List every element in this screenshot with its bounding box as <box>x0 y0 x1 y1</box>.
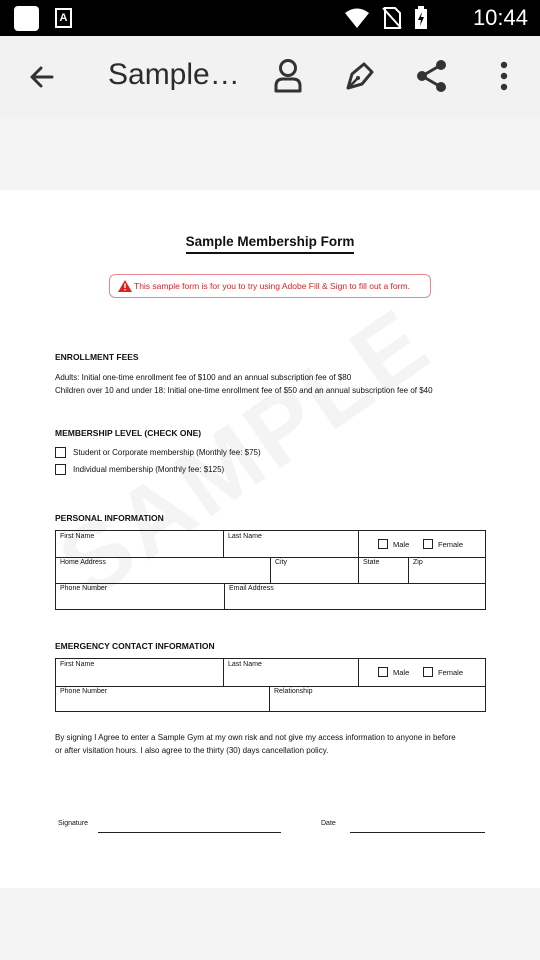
city-field[interactable]: City <box>271 557 287 566</box>
state-field[interactable]: State <box>359 557 379 566</box>
signature-line[interactable] <box>98 832 281 833</box>
emergency-contact-table: First Name Last Name Male Female Phone N… <box>55 658 486 712</box>
agreement-line-1: By signing I Agree to enter a Sample Gym… <box>55 733 456 742</box>
enrollment-heading: ENROLLMENT FEES <box>55 352 139 362</box>
option-label: Student or Corporate membership (Monthly… <box>73 448 261 457</box>
signature-label: Signature <box>58 820 88 827</box>
notice-text: This sample form is for you to try using… <box>134 281 410 291</box>
checkbox-ec-female[interactable] <box>423 667 433 677</box>
share-icon[interactable] <box>412 56 452 96</box>
battery-charging-icon <box>415 6 427 29</box>
enrollment-children: Children over 10 and under 18: Initial o… <box>55 386 433 395</box>
emergency-heading: EMERGENCY CONTACT INFORMATION <box>55 641 215 651</box>
ec-last-name-field[interactable]: Last Name <box>224 659 262 668</box>
page-gap-top <box>0 118 540 190</box>
no-sim-icon <box>382 7 402 29</box>
date-label: Date <box>321 820 336 827</box>
page-gap-bottom <box>0 888 540 960</box>
male-label: Male <box>393 539 410 549</box>
ec-gender-male[interactable]: Male <box>378 667 409 677</box>
checkbox-ec-male[interactable] <box>378 667 388 677</box>
home-address-field[interactable]: Home Address <box>56 557 106 566</box>
gender-female[interactable]: Female <box>423 539 463 549</box>
warning-icon <box>118 280 132 292</box>
notification-a-icon: A <box>55 8 72 28</box>
last-name-field[interactable]: Last Name <box>224 531 262 540</box>
agreement-line-2: or after visitation hours. I also agree … <box>55 746 329 755</box>
checkbox-individual[interactable] <box>55 464 66 475</box>
first-name-field[interactable]: First Name <box>56 531 94 540</box>
personal-heading: PERSONAL INFORMATION <box>55 513 164 523</box>
male-label: Male <box>393 667 410 677</box>
ec-gender-female[interactable]: Female <box>423 667 463 677</box>
ec-phone-field[interactable]: Phone Number <box>56 686 107 695</box>
date-line[interactable] <box>350 832 485 833</box>
gender-male[interactable]: Male <box>378 539 409 549</box>
female-label: Female <box>438 667 464 677</box>
email-field[interactable]: Email Address <box>225 583 274 592</box>
membership-option-individual[interactable]: Individual membership (Monthly fee: $125… <box>55 464 224 475</box>
option-label: Individual membership (Monthly fee: $125… <box>73 465 225 474</box>
clock: 10:44 <box>472 5 528 30</box>
checkbox-female[interactable] <box>423 539 433 549</box>
checkbox-student[interactable] <box>55 447 66 458</box>
notification-app-icon <box>14 6 39 31</box>
document-page[interactable]: SAMPLE Sample Membership Form This sampl… <box>0 190 540 888</box>
person-icon[interactable] <box>268 56 308 96</box>
enrollment-adults: Adults: Initial one-time enrollment fee … <box>55 373 352 382</box>
form-title-text: Sample Membership Form <box>185 234 355 254</box>
membership-option-student[interactable]: Student or Corporate membership (Monthly… <box>55 447 261 458</box>
phone-field[interactable]: Phone Number <box>56 583 107 592</box>
status-icons <box>344 6 428 30</box>
more-vert-icon[interactable] <box>484 56 524 96</box>
checkbox-male[interactable] <box>378 539 388 549</box>
app-bar: Sample… <box>0 36 540 118</box>
personal-info-table: First Name Last Name Male Female Home Ad… <box>55 530 486 610</box>
form-title: Sample Membership Form <box>0 233 540 254</box>
zip-field[interactable]: Zip <box>409 557 423 566</box>
ec-first-name-field[interactable]: First Name <box>56 659 94 668</box>
pen-nib-icon[interactable] <box>340 56 380 96</box>
document-title: Sample… <box>108 58 240 91</box>
sample-notice: This sample form is for you to try using… <box>109 274 431 298</box>
status-bar: A 10:44 <box>0 0 540 36</box>
female-label: Female <box>438 539 464 549</box>
membership-heading: MEMBERSHIP LEVEL (CHECK ONE) <box>55 428 202 438</box>
wifi-icon <box>345 8 369 28</box>
back-arrow-icon[interactable] <box>22 58 62 98</box>
ec-relationship-field[interactable]: Relationship <box>270 686 313 695</box>
